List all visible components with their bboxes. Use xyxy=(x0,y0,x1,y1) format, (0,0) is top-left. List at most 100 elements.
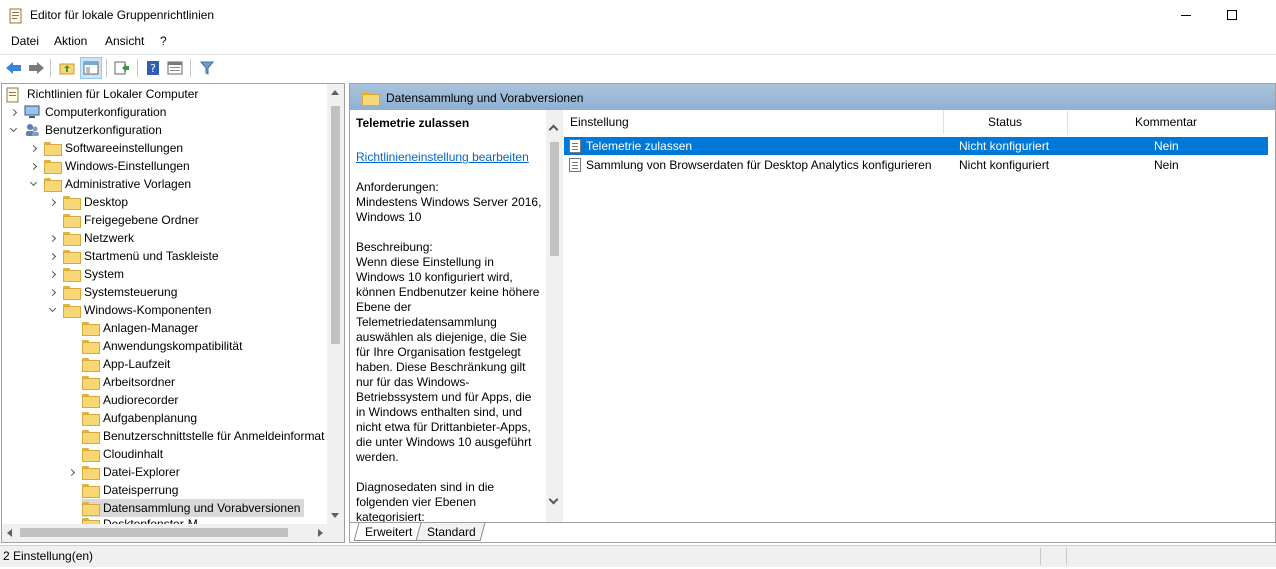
tree-item-aufgabenplanung[interactable]: Aufgabenplanung xyxy=(66,409,199,427)
minimize-button[interactable] xyxy=(1163,0,1209,30)
tree-label: Benutzerkonfiguration xyxy=(45,123,162,137)
scroll-thumb[interactable] xyxy=(550,142,559,256)
expand-icon[interactable] xyxy=(47,283,57,301)
tree-label: Benutzerschnittstelle für Anmeldeinforma… xyxy=(103,429,325,443)
tab-standard[interactable]: Standard xyxy=(415,523,486,541)
tree-item-computerkonfiguration[interactable]: Computerkonfiguration xyxy=(8,103,168,121)
column-divider[interactable] xyxy=(943,110,944,134)
export-list-button[interactable] xyxy=(111,57,133,79)
scroll-up-icon[interactable] xyxy=(548,124,559,135)
help-button[interactable]: ? xyxy=(142,57,164,79)
filter-icon xyxy=(200,61,214,75)
tree-horizontal-scrollbar[interactable] xyxy=(2,524,329,542)
column-divider[interactable] xyxy=(1067,110,1068,134)
maximize-button[interactable] xyxy=(1209,0,1255,30)
collapse-icon[interactable] xyxy=(8,121,18,139)
help-icon: ? xyxy=(147,61,159,75)
forward-button[interactable] xyxy=(25,57,47,79)
forward-icon xyxy=(29,62,44,74)
scroll-right-icon[interactable] xyxy=(318,529,323,537)
tree-vertical-scrollbar[interactable] xyxy=(327,84,344,524)
expand-icon[interactable] xyxy=(47,265,57,283)
tree-item-administrative-vorlagen[interactable]: Administrative Vorlagen xyxy=(28,175,193,193)
tree-item-app-laufzeit[interactable]: App-Laufzeit xyxy=(66,355,172,373)
column-header-kommentar[interactable]: Kommentar xyxy=(1135,110,1215,134)
menu-datei[interactable]: Datei xyxy=(11,34,39,48)
tree-item-arbeitsordner[interactable]: Arbeitsordner xyxy=(66,373,177,391)
status-bar: 2 Einstellung(en) xyxy=(0,545,1276,567)
menu-ansicht[interactable]: Ansicht xyxy=(105,34,144,48)
tree-item-benutzerschnittstelle[interactable]: Benutzerschnittstelle für Anmeldeinforma… xyxy=(66,427,326,445)
setting-status: Nicht konfiguriert xyxy=(959,158,1050,172)
collapse-icon[interactable] xyxy=(28,175,38,193)
tree-item-datei-explorer[interactable]: Datei-Explorer xyxy=(66,463,182,481)
tree-item-dateisperrung[interactable]: Dateisperrung xyxy=(66,481,180,499)
edit-policy-link[interactable]: Richtlinieneinstellung bearbeiten xyxy=(356,150,529,164)
table-row[interactable]: Telemetrie zulassen Nicht konfiguriert N… xyxy=(564,137,1268,155)
tree-item-startmenue[interactable]: Startmenü und Taskleiste xyxy=(47,247,221,265)
scroll-left-icon[interactable] xyxy=(7,529,12,537)
expand-icon[interactable] xyxy=(47,229,57,247)
toolbar-separator xyxy=(137,59,138,77)
toolbar-separator xyxy=(50,59,51,77)
filter-button[interactable] xyxy=(196,57,218,79)
back-button[interactable] xyxy=(3,57,25,79)
tab-erweitert[interactable]: Erweitert xyxy=(353,523,422,541)
properties-view-button[interactable] xyxy=(164,57,186,79)
scroll-thumb[interactable] xyxy=(20,528,288,537)
tree-item-anlagen-manager[interactable]: Anlagen-Manager xyxy=(66,319,200,337)
expand-icon[interactable] xyxy=(28,139,38,157)
policy-setting-icon xyxy=(569,139,581,153)
expand-icon[interactable] xyxy=(28,157,38,175)
folder-icon xyxy=(63,249,81,264)
tree-item-benutzerkonfiguration[interactable]: Benutzerkonfiguration xyxy=(8,121,164,139)
expand-icon[interactable] xyxy=(47,193,57,211)
scroll-down-icon[interactable] xyxy=(548,494,559,505)
expand-icon[interactable] xyxy=(66,463,76,481)
tree-item-system[interactable]: System xyxy=(47,265,126,283)
column-header-einstellung[interactable]: Einstellung xyxy=(570,110,940,134)
show-hide-tree-button[interactable] xyxy=(80,57,102,79)
tree-item-windows-einstellungen[interactable]: Windows-Einstellungen xyxy=(28,157,192,175)
folder-icon xyxy=(44,141,62,156)
column-header-status[interactable]: Status xyxy=(988,110,1048,134)
description-scrollbar[interactable] xyxy=(546,110,563,522)
up-folder-button[interactable] xyxy=(56,57,78,79)
folder-icon xyxy=(63,267,81,282)
scroll-thumb[interactable] xyxy=(331,106,340,344)
tree-item-softwareeinstellungen[interactable]: Softwareeinstellungen xyxy=(28,139,185,157)
tree-item-desktop[interactable]: Desktop xyxy=(47,193,130,211)
details-pane: Datensammlung und Vorabversionen Telemet… xyxy=(349,83,1276,543)
folder-icon xyxy=(63,195,81,210)
tree-pane[interactable]: Richtlinien für Lokaler Computer Compute… xyxy=(1,83,345,543)
scroll-up-icon[interactable] xyxy=(331,90,339,95)
tree-root[interactable]: Richtlinien für Lokaler Computer xyxy=(6,85,200,103)
tree-label: Audiorecorder xyxy=(103,393,179,407)
expand-icon[interactable] xyxy=(47,247,57,265)
collapse-icon[interactable] xyxy=(47,301,57,319)
folder-icon xyxy=(82,393,100,408)
expand-icon[interactable] xyxy=(8,103,18,121)
menu-aktion[interactable]: Aktion xyxy=(54,34,87,48)
tree-item-anwendungskompatibilitaet[interactable]: Anwendungskompatibilität xyxy=(66,337,244,355)
folder-icon xyxy=(44,177,62,192)
tree-item-cloudinhalt[interactable]: Cloudinhalt xyxy=(66,445,165,463)
menu-help[interactable]: ? xyxy=(160,34,167,48)
folder-icon xyxy=(82,357,100,372)
tree-item-audiorecorder[interactable]: Audiorecorder xyxy=(66,391,180,409)
tree-label: Anlagen-Manager xyxy=(103,321,199,335)
scroll-corner xyxy=(327,524,344,542)
tree-item-freigegebene-ordner[interactable]: Freigegebene Ordner xyxy=(47,211,201,229)
properties-view-icon xyxy=(167,61,183,75)
tree-item-windows-komponenten[interactable]: Windows-Komponenten xyxy=(47,301,213,319)
description-label: Beschreibung: xyxy=(356,240,433,254)
toolbar: ? xyxy=(0,54,1276,81)
table-row[interactable]: Sammlung von Browserdaten für Desktop An… xyxy=(564,156,1268,174)
tree-item-systemsteuerung[interactable]: Systemsteuerung xyxy=(47,283,179,301)
scroll-down-icon[interactable] xyxy=(331,513,339,518)
tree-label: Dateisperrung xyxy=(103,483,179,497)
settings-list[interactable]: Einstellung Status Kommentar Telemetrie … xyxy=(564,110,1275,522)
tree-item-netzwerk[interactable]: Netzwerk xyxy=(47,229,136,247)
minimize-icon xyxy=(1181,14,1191,16)
tree-item-datensammlung[interactable]: Datensammlung und Vorabversionen xyxy=(82,499,305,517)
